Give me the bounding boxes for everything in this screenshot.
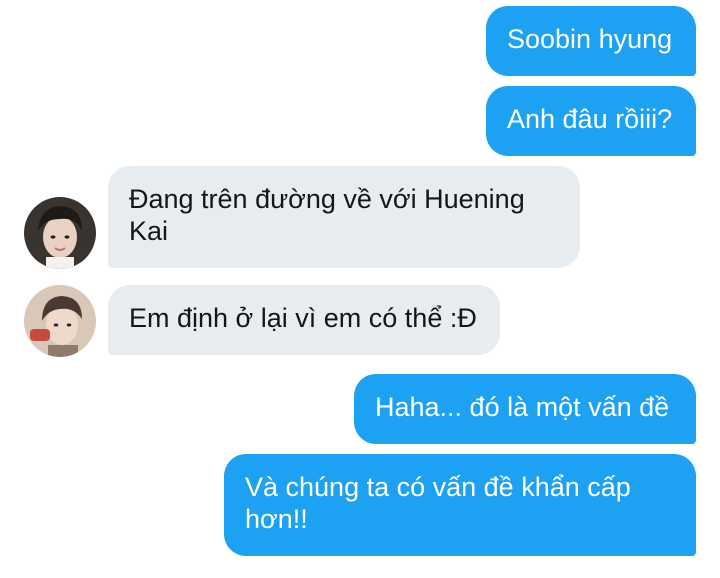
message-bubble-received[interactable]: Em định ở lại vì em có thể :Đ <box>108 285 500 355</box>
avatar[interactable] <box>24 197 96 269</box>
message-bubble-received[interactable]: Đang trên đường về với Huening Kai <box>108 166 580 268</box>
message-text: Em định ở lại vì em có thể :Đ <box>129 303 477 333</box>
avatar-photo <box>24 285 96 357</box>
message-text: Haha... đó là một vấn đề <box>375 392 670 422</box>
message-bubble-sent[interactable]: Haha... đó là một vấn đề <box>354 374 696 444</box>
avatar[interactable] <box>24 285 96 357</box>
message-bubble-sent[interactable]: Anh đâu rồiii? <box>486 86 696 156</box>
message-bubble-sent[interactable]: Và chúng ta có vấn đề khẩn cấp hơn!! <box>224 454 696 556</box>
message-text: Soobin hyung <box>507 24 673 54</box>
message-bubble-sent[interactable]: Soobin hyung <box>486 6 696 76</box>
message-text: Anh đâu rồiii? <box>507 104 673 134</box>
message-text: Và chúng ta có vấn đề khẩn cấp hơn!! <box>245 472 631 534</box>
message-text: Đang trên đường về với Huening Kai <box>129 184 525 246</box>
avatar-photo <box>24 197 96 269</box>
